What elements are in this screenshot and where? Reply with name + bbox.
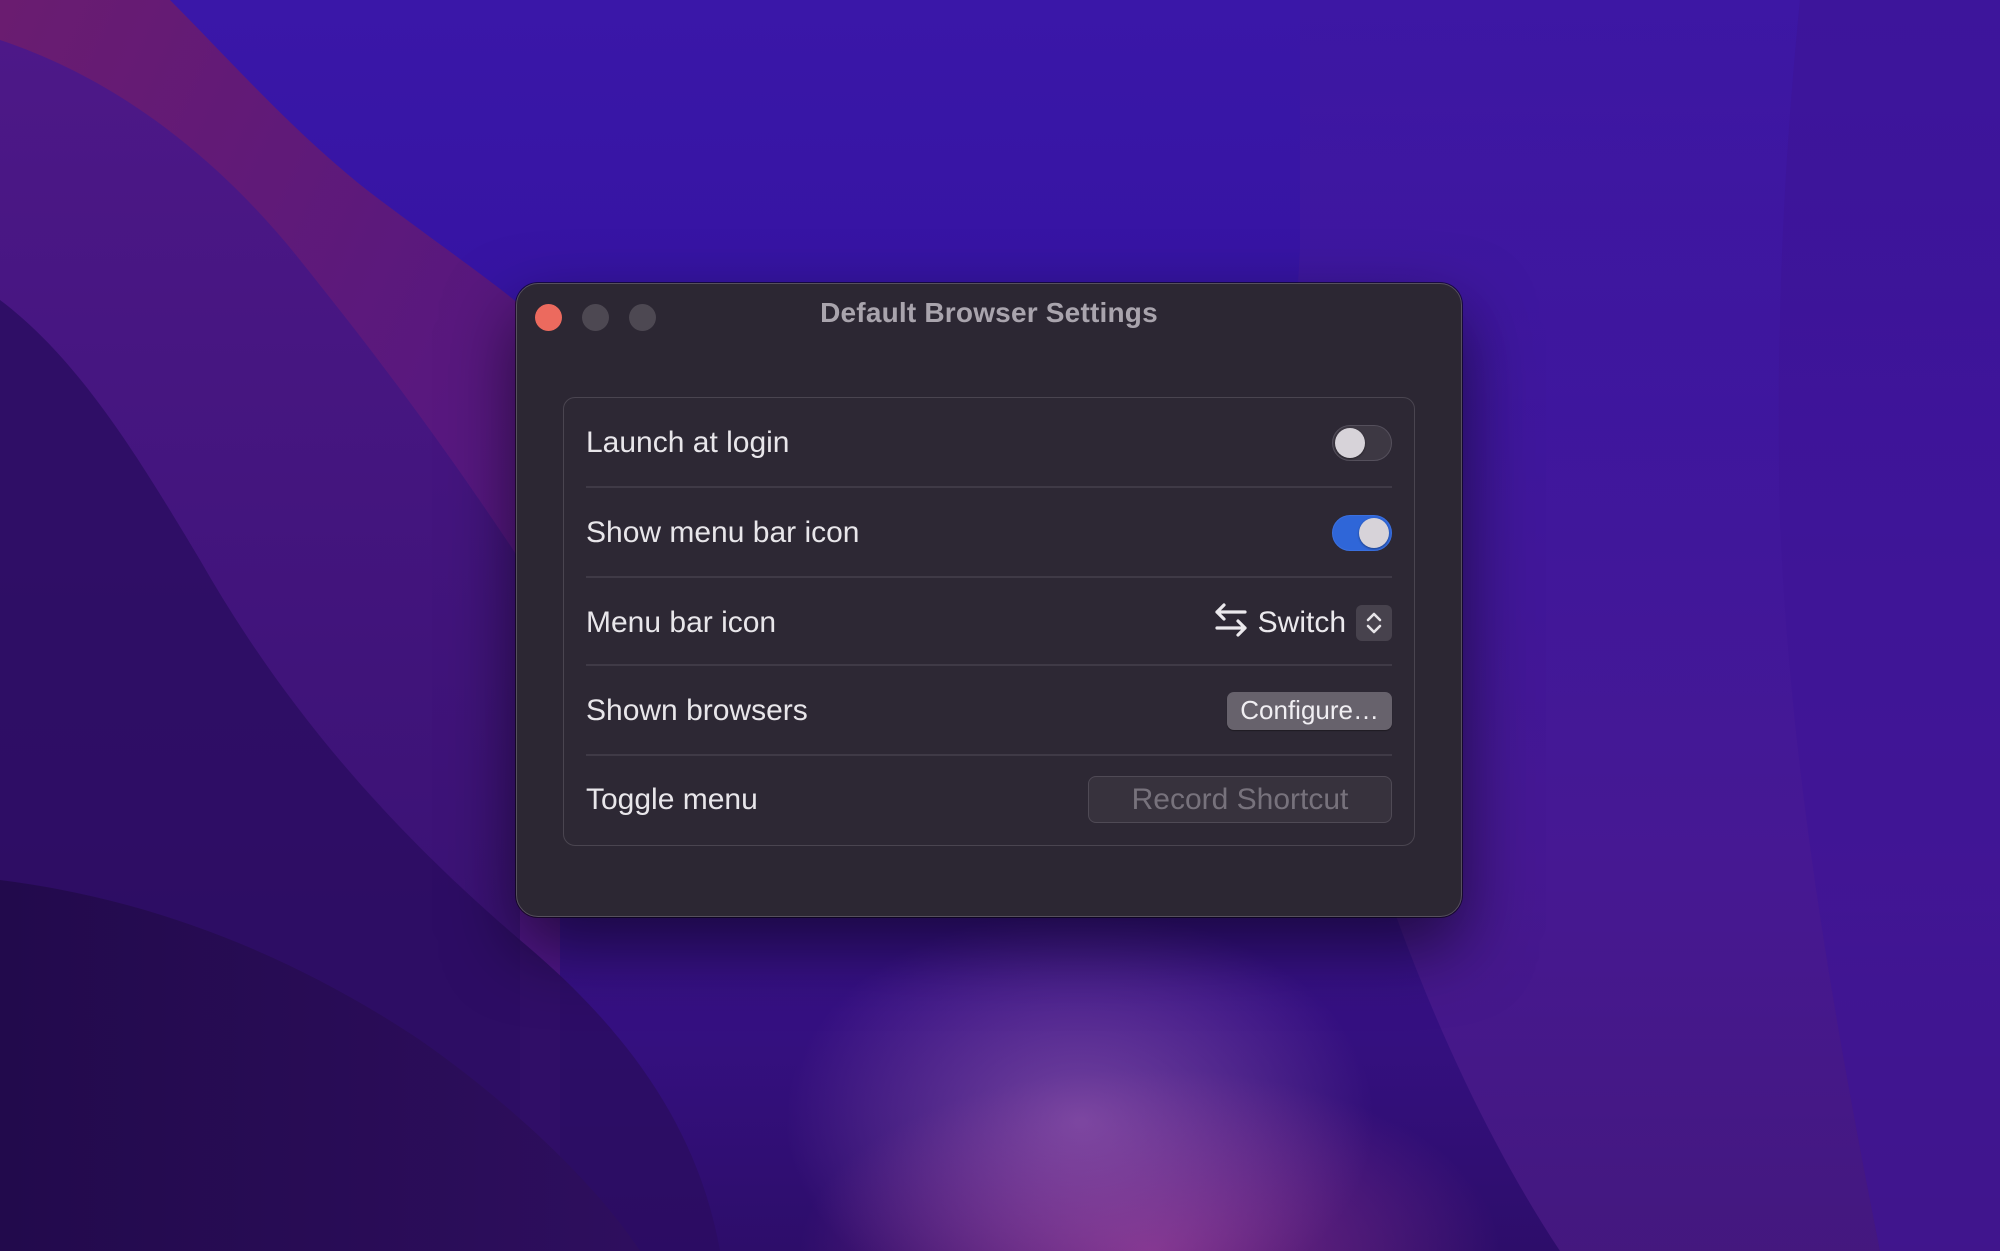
desktop-wallpaper: Default Browser Settings Launch at login… <box>0 0 2000 1251</box>
toggle-knob <box>1335 427 1365 458</box>
show-menu-bar-icon-toggle[interactable] <box>1332 514 1392 551</box>
configure-button[interactable]: Configure… <box>1227 691 1392 730</box>
setting-row-menu-bar-icon: Menu bar icon Switch <box>586 578 1392 667</box>
launch-at-login-toggle[interactable] <box>1332 424 1392 461</box>
settings-window: Default Browser Settings Launch at login… <box>516 283 1462 917</box>
setting-label: Shown browsers <box>586 693 808 727</box>
arrows-left-right-icon <box>1214 601 1248 644</box>
window-title: Default Browser Settings <box>820 297 1158 328</box>
chevron-up-down-icon[interactable] <box>1356 604 1392 641</box>
menu-bar-icon-popup[interactable]: Switch <box>1214 601 1392 644</box>
setting-label: Show menu bar icon <box>586 515 860 549</box>
toggle-knob <box>1359 517 1389 548</box>
setting-label: Launch at login <box>586 425 790 459</box>
setting-label: Toggle menu <box>586 782 758 816</box>
setting-row-show-menu-bar-icon: Show menu bar icon <box>586 488 1392 577</box>
settings-group: Launch at login Show menu bar icon Menu … <box>563 397 1415 846</box>
setting-row-toggle-menu: Toggle menu Record Shortcut <box>586 755 1392 844</box>
record-shortcut-button[interactable]: Record Shortcut <box>1088 776 1392 823</box>
setting-label: Menu bar icon <box>586 605 777 639</box>
setting-row-shown-browsers: Shown browsers Configure… <box>586 666 1392 755</box>
setting-row-launch-at-login: Launch at login <box>586 398 1392 487</box>
popup-selected-value: Switch <box>1257 605 1346 639</box>
